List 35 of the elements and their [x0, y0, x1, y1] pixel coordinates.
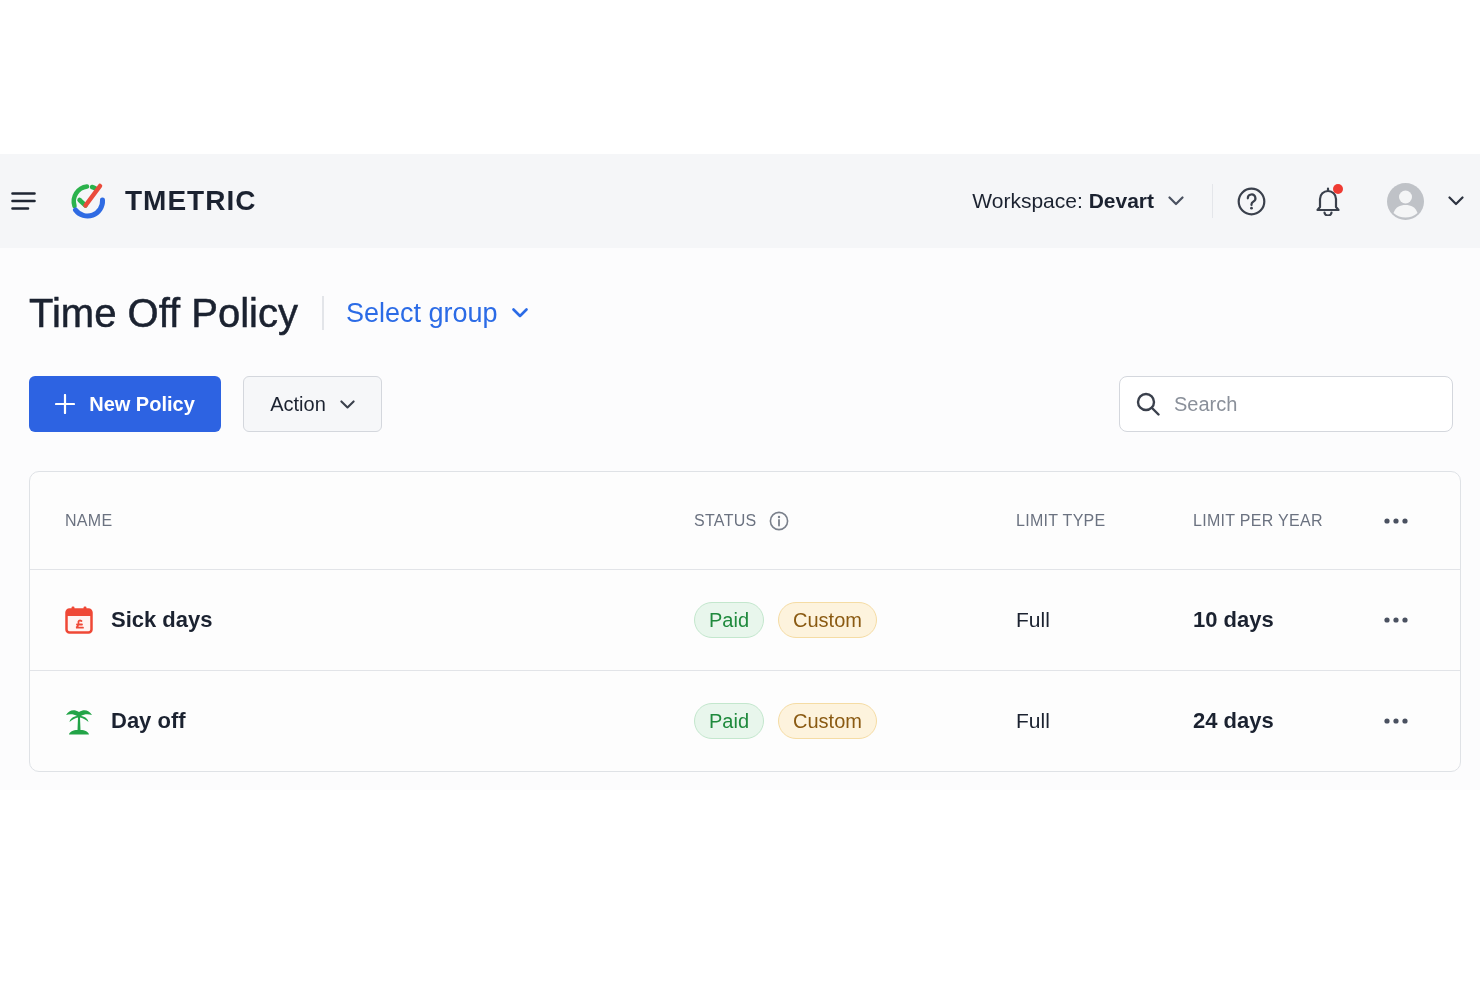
more-icon[interactable]	[1384, 718, 1408, 724]
policy-name: Day off	[111, 708, 186, 734]
chevron-down-icon	[1168, 196, 1184, 206]
search-field[interactable]: Search	[1119, 376, 1453, 432]
chevron-down-icon	[339, 399, 355, 409]
more-icon[interactable]	[1384, 617, 1408, 623]
status-tag: Custom	[778, 703, 877, 739]
limit-per-year: 10 days	[1193, 607, 1274, 633]
more-icon[interactable]	[1384, 517, 1408, 524]
search-icon	[1136, 392, 1160, 416]
menu-icon[interactable]	[11, 191, 36, 211]
workspace-selector[interactable]: Workspace: Devart	[972, 189, 1184, 213]
column-header: LIMIT TYPE	[1016, 511, 1106, 530]
limit-per-year: 24 days	[1193, 708, 1274, 734]
brand-name: TMETRIC	[125, 185, 257, 217]
status-tag: Custom	[778, 602, 877, 638]
column-header: STATUS	[694, 511, 757, 530]
policy-name: Sick days	[111, 607, 213, 633]
calendar-icon	[65, 606, 93, 634]
action-button[interactable]: Action	[243, 376, 382, 432]
column-header: NAME	[65, 511, 113, 530]
limit-type: Full	[1016, 608, 1050, 632]
group-selector[interactable]: Select group	[345, 297, 528, 329]
status-tag: Paid	[694, 703, 765, 739]
bell-icon[interactable]	[1314, 186, 1342, 216]
column-header: LIMIT PER YEAR	[1193, 511, 1323, 530]
plus-icon	[55, 394, 76, 414]
limit-type: Full	[1016, 709, 1050, 733]
chevron-down-icon[interactable]	[1448, 196, 1464, 206]
palm-tree-icon	[65, 707, 93, 735]
status-tag: Paid	[694, 602, 765, 638]
page-title: Time Off Policy	[29, 290, 298, 336]
chevron-down-icon	[511, 308, 528, 318]
help-icon[interactable]	[1237, 186, 1266, 216]
new-policy-button[interactable]: New Policy	[29, 376, 221, 432]
